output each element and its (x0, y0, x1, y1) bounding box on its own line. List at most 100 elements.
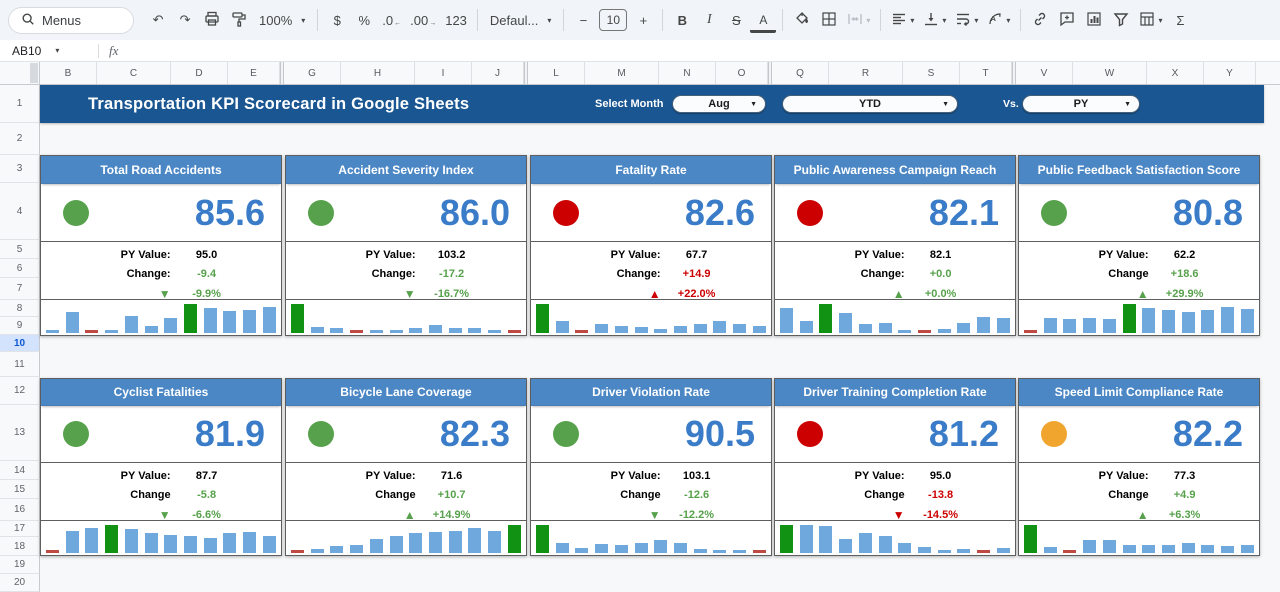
vertical-align-icon (923, 11, 939, 30)
borders-button[interactable] (816, 6, 842, 34)
row-header-9[interactable]: 9 (0, 317, 40, 335)
kpi-value-row: 81.9 (41, 406, 281, 462)
insert-chart-button[interactable] (1081, 6, 1107, 34)
italic-button[interactable]: I (696, 6, 722, 34)
column-header-Y[interactable]: Y (1204, 62, 1256, 84)
column-header-Q[interactable]: Q (772, 62, 829, 84)
sparkline-bar (508, 525, 521, 553)
column-header-M[interactable]: M (585, 62, 659, 84)
row-header-11[interactable]: 11 (0, 352, 40, 377)
row-header-15[interactable]: 15 (0, 480, 40, 499)
format-percent-button[interactable]: % (351, 6, 377, 34)
column-header-X[interactable]: X (1147, 62, 1204, 84)
period-dropdown[interactable]: YTD ▼ (782, 95, 958, 113)
column-header-O[interactable]: O (716, 62, 768, 84)
month-dropdown[interactable]: Aug ▼ (672, 95, 766, 113)
zoom-select[interactable]: 100%▾ (253, 6, 311, 34)
sparkline-bar (105, 525, 118, 553)
insert-link-button[interactable] (1027, 6, 1053, 34)
sparkline-bar (1123, 304, 1136, 333)
row-header-1[interactable]: 1 (0, 85, 40, 123)
formula-bar: AB10 ▾ fx (0, 40, 1280, 62)
menus-search[interactable]: Menus (8, 7, 134, 34)
fill-color-button[interactable] (789, 6, 815, 34)
column-header-G[interactable]: G (284, 62, 341, 84)
kpi-card-title: Fatality Rate (531, 156, 771, 184)
row-header-19[interactable]: 19 (0, 556, 40, 574)
sparkline-bar (223, 311, 236, 333)
bold-button[interactable]: B (669, 6, 695, 34)
font-size-input[interactable]: 10 (599, 9, 627, 31)
text-color-button[interactable]: A (750, 11, 776, 33)
row-header-10[interactable]: 10 (0, 335, 40, 352)
undo-button[interactable]: ↶ (145, 6, 171, 34)
row-header-6[interactable]: 6 (0, 259, 40, 278)
row-header-17[interactable]: 17 (0, 521, 40, 537)
redo-button[interactable]: ↷ (172, 6, 198, 34)
insert-comment-button[interactable] (1054, 6, 1080, 34)
column-header-C[interactable]: C (97, 62, 171, 84)
row-header-13[interactable]: 13 (0, 405, 40, 461)
sparkline-bar (595, 544, 608, 553)
sparkline-bar (488, 330, 501, 333)
increase-decimals-button[interactable]: .00→ (406, 6, 440, 34)
select-all-corner[interactable] (0, 62, 40, 85)
column-header-S[interactable]: S (903, 62, 960, 84)
text-wrap-button[interactable]: ▾ (951, 6, 982, 34)
row-header-2[interactable]: 2 (0, 123, 40, 155)
strikethrough-button[interactable]: S (723, 6, 749, 34)
sparkline-bar (1221, 307, 1234, 333)
horizontal-align-button[interactable]: ▾ (887, 6, 918, 34)
font-size-decrease-button[interactable]: − (570, 6, 596, 34)
format-currency-button[interactable]: $ (324, 6, 350, 34)
column-header-J[interactable]: J (472, 62, 524, 84)
row-header-3[interactable]: 3 (0, 155, 40, 183)
create-filter-button[interactable] (1108, 6, 1134, 34)
column-header-H[interactable]: H (341, 62, 415, 84)
sparkline-bar (263, 307, 276, 333)
row-header-5[interactable]: 5 (0, 240, 40, 259)
functions-button[interactable]: Σ (1167, 6, 1193, 34)
status-dot-green-icon (63, 421, 89, 447)
chevron-down-icon: ▼ (1124, 101, 1131, 108)
column-header-L[interactable]: L (528, 62, 585, 84)
kpi-value-row: 82.2 (1019, 406, 1259, 462)
sparkline-bar (409, 533, 422, 553)
kpi-card: Public Feedback Satisfaction Score 80.8 … (1018, 155, 1260, 336)
table-views-button[interactable]: ▾ (1135, 6, 1166, 34)
vertical-align-button[interactable]: ▾ (919, 6, 950, 34)
compare-dropdown[interactable]: PY ▼ (1022, 95, 1140, 113)
column-header-I[interactable]: I (415, 62, 472, 84)
print-button[interactable] (199, 6, 225, 34)
toolbar-divider (563, 9, 564, 31)
row-header-4[interactable]: 4 (0, 183, 40, 240)
decrease-decimals-button[interactable]: .0← (378, 6, 405, 34)
column-header-T[interactable]: T (960, 62, 1012, 84)
row-header-16[interactable]: 16 (0, 499, 40, 521)
row-header-14[interactable]: 14 (0, 461, 40, 480)
chevron-down-icon: ▾ (1158, 16, 1162, 25)
row-header-7[interactable]: 7 (0, 278, 40, 300)
row-header-12[interactable]: 12 (0, 377, 40, 405)
kpi-card-title: Accident Severity Index (286, 156, 526, 184)
column-header-D[interactable]: D (171, 62, 228, 84)
name-box[interactable]: AB10 ▾ (0, 44, 96, 58)
chevron-down-icon: ▾ (974, 16, 978, 25)
column-header-R[interactable]: R (829, 62, 903, 84)
more-formats-button[interactable]: 123 (441, 6, 471, 34)
column-header-W[interactable]: W (1073, 62, 1147, 84)
row-header-20[interactable]: 20 (0, 574, 40, 592)
row-header-8[interactable]: 8 (0, 300, 40, 317)
column-header-N[interactable]: N (659, 62, 716, 84)
font-select[interactable]: Defaul...▾ (484, 6, 557, 34)
paint-format-button[interactable] (226, 6, 252, 34)
sparkline-bar (819, 526, 832, 553)
row-header-18[interactable]: 18 (0, 537, 40, 556)
column-header-V[interactable]: V (1016, 62, 1073, 84)
sparkline-bar (1162, 310, 1175, 333)
text-rotation-button[interactable]: A▾ (983, 6, 1014, 34)
font-size-increase-button[interactable]: + (630, 6, 656, 34)
change-label: Change: (531, 268, 661, 280)
column-header-B[interactable]: B (40, 62, 97, 84)
column-header-E[interactable]: E (228, 62, 280, 84)
